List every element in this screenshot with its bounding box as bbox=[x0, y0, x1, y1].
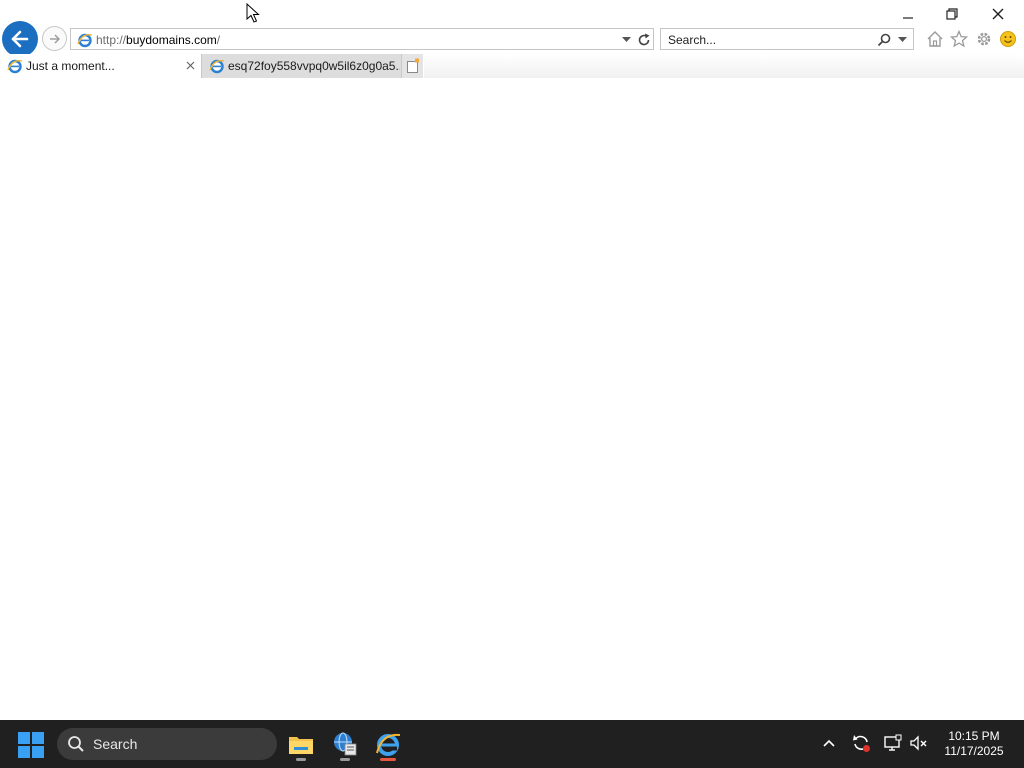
tab-esq72foy558[interactable]: esq72foy558vvpq0w5il6z0g0a5... bbox=[201, 54, 401, 78]
search-input[interactable]: Search... bbox=[668, 32, 716, 48]
ie-page-icon bbox=[7, 59, 23, 74]
tab-label: Just a moment... bbox=[26, 59, 115, 73]
address-dropdown-button[interactable] bbox=[619, 32, 633, 48]
display-icon bbox=[884, 734, 902, 751]
chevron-down-icon bbox=[621, 37, 631, 42]
browser-toolbar: http://buydomains.com/ Search... bbox=[0, 0, 1024, 57]
feedback-smiley-icon bbox=[1000, 31, 1016, 47]
close-window-button[interactable] bbox=[978, 4, 1018, 24]
home-icon bbox=[927, 31, 943, 47]
tab-bar-background bbox=[424, 54, 1024, 78]
address-bar[interactable]: http://buydomains.com/ bbox=[70, 28, 654, 50]
taskbar-file-explorer[interactable] bbox=[283, 726, 319, 762]
windows-logo-icon bbox=[18, 732, 30, 744]
volume-muted-icon bbox=[910, 735, 927, 751]
forward-arrow-icon bbox=[49, 34, 60, 43]
minimize-button[interactable] bbox=[888, 4, 928, 24]
favorites-button[interactable] bbox=[948, 28, 970, 50]
taskbar-search[interactable]: Search bbox=[57, 728, 277, 760]
new-tab-icon bbox=[406, 58, 419, 73]
file-explorer-icon bbox=[289, 737, 313, 754]
app-running-indicator bbox=[296, 758, 306, 761]
internet-explorer-icon bbox=[376, 733, 401, 756]
settings-gear-icon bbox=[977, 32, 991, 46]
search-icon bbox=[68, 736, 84, 752]
restore-button[interactable] bbox=[932, 4, 972, 24]
minimize-icon bbox=[903, 17, 913, 19]
windows-logo-icon bbox=[32, 746, 44, 758]
mouse-cursor-icon bbox=[246, 3, 260, 23]
tab-just-a-moment[interactable]: Just a moment... bbox=[0, 54, 200, 78]
tab-label: esq72foy558vvpq0w5il6z0g0a5... bbox=[228, 59, 400, 73]
back-arrow-icon bbox=[11, 30, 29, 48]
windows-logo-icon bbox=[18, 746, 30, 758]
taskbar-internet-explorer[interactable] bbox=[370, 726, 406, 762]
feedback-button[interactable] bbox=[997, 28, 1019, 50]
url-protocol: http:// bbox=[96, 33, 127, 47]
taskbar-search-label: Search bbox=[93, 736, 138, 752]
search-dropdown-button[interactable] bbox=[895, 32, 909, 48]
home-button[interactable] bbox=[924, 28, 946, 50]
close-icon bbox=[186, 61, 194, 69]
show-hidden-icons-button[interactable] bbox=[818, 732, 840, 754]
url-host: buydomains.com bbox=[126, 33, 217, 47]
ie-page-icon bbox=[77, 33, 93, 48]
search-icon bbox=[877, 33, 891, 47]
tools-button[interactable] bbox=[973, 28, 995, 50]
start-button[interactable] bbox=[18, 732, 44, 758]
close-icon bbox=[992, 8, 1004, 20]
windows-logo-icon bbox=[32, 732, 44, 744]
tab-bar: Just a moment... esq72foy558vvpq0w5il6z0… bbox=[0, 54, 1024, 78]
taskbar: Search 10:15 PM 11/17/2025 bbox=[0, 720, 1024, 768]
sync-status-button[interactable] bbox=[850, 732, 872, 754]
back-button[interactable] bbox=[2, 21, 38, 57]
restore-icon bbox=[946, 8, 958, 20]
search-button[interactable] bbox=[875, 31, 893, 49]
app-running-indicator bbox=[340, 758, 350, 761]
page-content bbox=[0, 78, 1024, 720]
url-path: / bbox=[216, 33, 221, 47]
clock-time: 10:15 PM bbox=[948, 729, 1000, 743]
network-display-button[interactable] bbox=[882, 732, 904, 754]
app-active-indicator bbox=[380, 758, 396, 761]
refresh-icon bbox=[638, 33, 650, 46]
volume-button[interactable] bbox=[908, 732, 930, 754]
tab-close-button[interactable] bbox=[183, 58, 197, 72]
chevron-up-icon bbox=[823, 739, 835, 747]
clock-date: 11/17/2025 bbox=[944, 744, 1004, 758]
network-settings-icon bbox=[334, 732, 357, 756]
chevron-down-icon bbox=[897, 37, 907, 42]
refresh-button[interactable] bbox=[635, 31, 653, 49]
taskbar-clock[interactable]: 10:15 PM 11/17/2025 bbox=[934, 729, 1014, 759]
search-box[interactable]: Search... bbox=[660, 28, 914, 50]
sync-icon bbox=[853, 735, 870, 752]
new-tab-button[interactable] bbox=[401, 54, 423, 78]
ie-page-icon bbox=[209, 59, 225, 74]
favorites-star-icon bbox=[950, 30, 968, 48]
taskbar-network-settings[interactable] bbox=[327, 726, 363, 762]
address-url: http://buydomains.com/ bbox=[96, 32, 220, 48]
forward-button[interactable] bbox=[42, 26, 67, 51]
